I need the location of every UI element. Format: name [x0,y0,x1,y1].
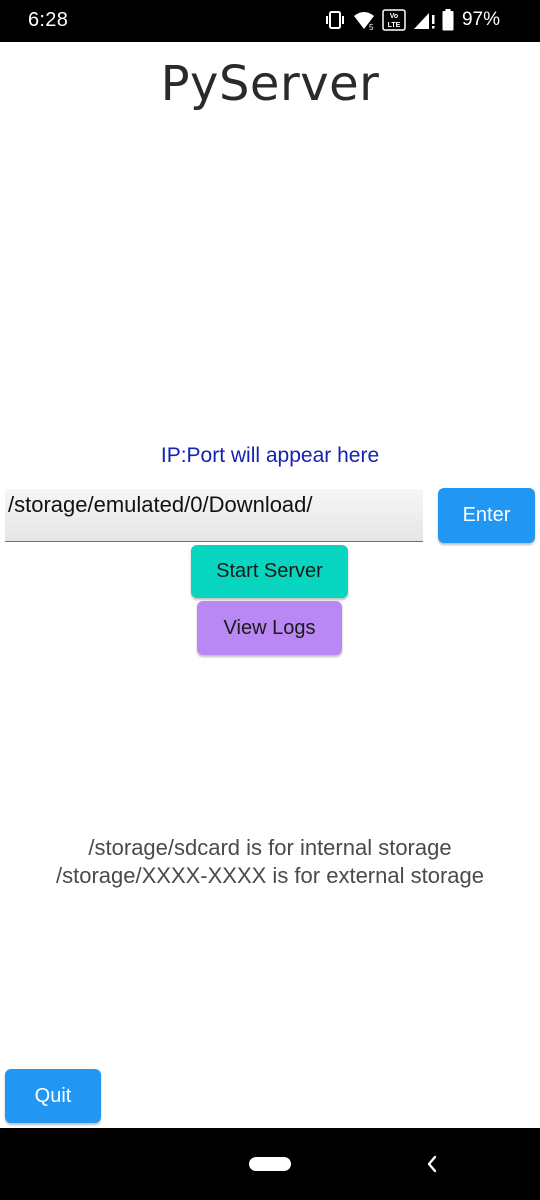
status-bar: 6:28 5 Vo LTE 97% [0,0,540,42]
ip-port-label: IP:Port will appear here [160,444,380,467]
navigation-bar [0,1128,540,1200]
svg-text:5: 5 [369,23,374,30]
battery-percent: 97% [461,9,500,30]
storage-info: /storage/sdcard is for internal storage … [0,834,540,890]
vibrate-icon [324,10,346,30]
signal-icon [412,10,436,30]
status-icons: 5 Vo LTE 97% [324,8,500,32]
path-input[interactable] [5,489,423,542]
volte-icon: Vo LTE [382,9,406,31]
view-logs-button[interactable]: View Logs [197,601,342,655]
back-icon[interactable] [420,1150,444,1178]
app-title: PyServer [160,56,380,112]
start-server-button[interactable]: Start Server [191,545,348,598]
wifi-icon: 5 [352,10,376,30]
svg-text:Vo: Vo [390,13,398,20]
quit-button[interactable]: Quit [5,1069,101,1123]
enter-button[interactable]: Enter [438,488,535,543]
status-time: 6:28 [28,9,69,31]
svg-text:LTE: LTE [388,22,401,29]
storage-info-external: /storage/XXXX-XXXX is for external stora… [56,863,484,888]
storage-info-internal: /storage/sdcard is for internal storage [88,835,452,860]
battery-icon [442,9,454,31]
home-pill-icon[interactable] [249,1157,291,1171]
